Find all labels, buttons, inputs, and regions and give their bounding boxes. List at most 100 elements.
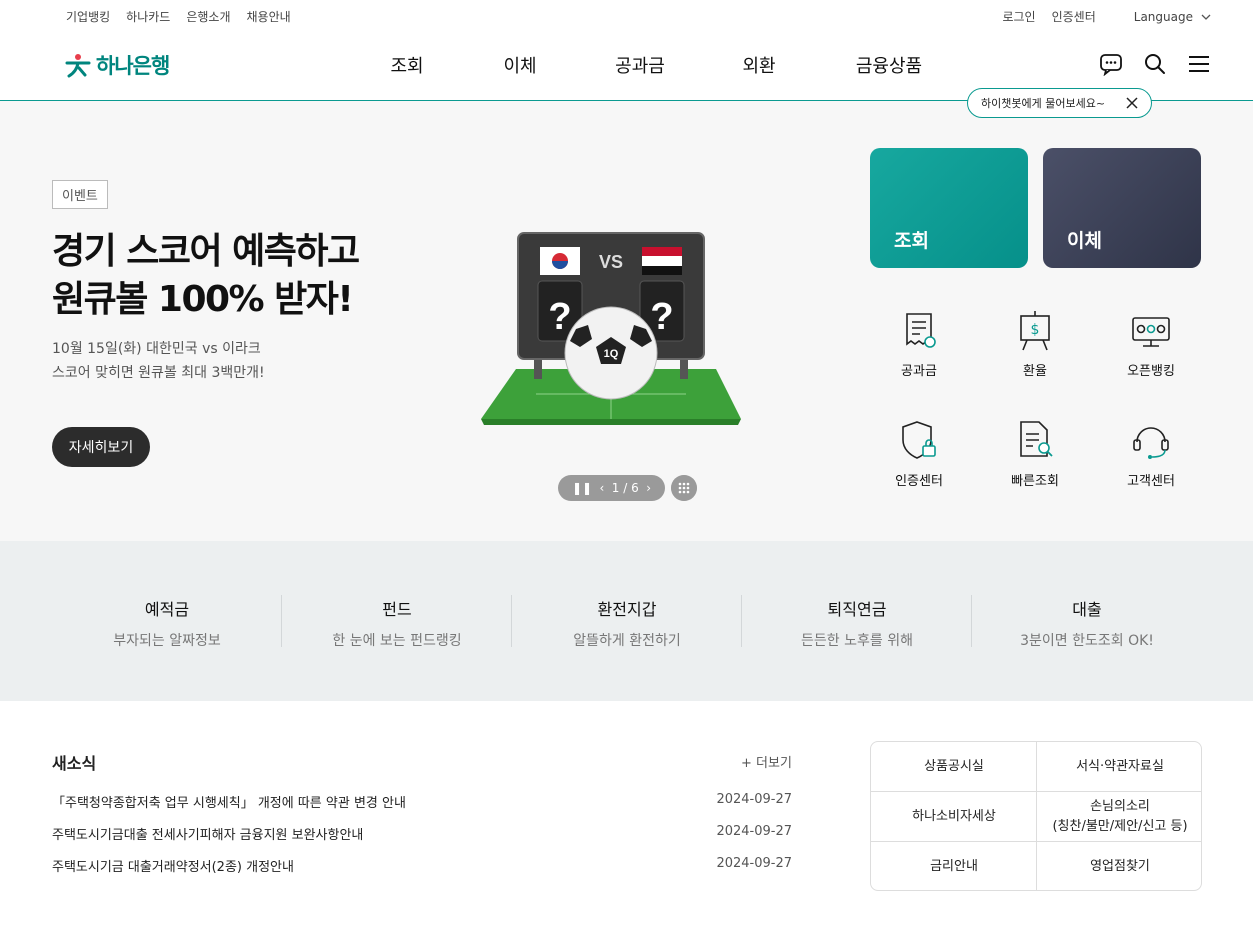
news-item-date: 2024-09-27 [716,824,792,839]
chatbot-tooltip[interactable]: 하이챗봇에게 물어보세요~ [967,88,1152,118]
news-more-link[interactable]: + 더보기 [741,752,792,771]
event-badge: 이벤트 [52,180,108,209]
band-sub: 알뜰하게 환전하기 [573,633,681,649]
band-sub: 한 눈에 보는 펀드랭킹 [332,633,462,649]
service-link-grid: 상품공시실 서식·약관자료실 하나소비자세상 손님의소리 (칭찬/불만/제안/신… [870,741,1202,891]
iraq-flag [642,247,682,256]
quick-fast-inquiry[interactable]: 빠른조회 [985,416,1085,489]
band-item-fund[interactable]: 펀드 한 눈에 보는 펀드랭킹 [282,596,512,650]
news-item-title: 주택도시기금 대출거래약정서(2종) 개정안내 [52,860,294,875]
hero-sub-line1: 10월 15일(화) 대한민국 vs 이라크 [52,341,261,357]
close-icon[interactable] [1125,96,1139,110]
band-title: 펀드 [382,600,412,619]
link-hana-card[interactable]: 하나카드 [126,8,170,25]
news-item-title: 「주택청약종합저축 업무 시행세칙」 개정에 따른 약관 변경 안내 [52,796,406,811]
band-item-savings[interactable]: 예적금 부자되는 알짜정보 [52,596,282,650]
quick-transfer-card[interactable]: 이체 [1043,148,1201,268]
gnb-item-utility-bills[interactable]: 공과금 [576,52,704,78]
branch-finder-link[interactable]: 영업점찾기 [1037,842,1201,890]
band-item-loan[interactable]: 대출 3분이면 한도조회 OK! [972,596,1202,650]
menu-button[interactable] [1187,52,1211,76]
svg-text:$: $ [1031,322,1040,338]
cert-center-link[interactable]: 인증센터 [1052,8,1096,25]
quick-customer-center[interactable]: 고객센터 [1101,416,1201,489]
customer-voice-label: 손님의소리 [1090,799,1150,814]
product-disclosure-link[interactable]: 상품공시실 [871,742,1037,792]
band-title: 대출 [1072,600,1102,619]
band-sub: 부자되는 알짜정보 [113,633,221,649]
login-link[interactable]: 로그인 [1002,8,1035,25]
gnb-item-inquiry[interactable]: 조회 [350,52,464,78]
quick-cert-center[interactable]: 인증센터 [869,416,969,489]
hero-section: 이벤트 경기 스코어 예측하고 원큐볼 100% 받자! 10월 15일(화) … [0,101,1253,541]
slide-pager: ❚❚ ‹ 1 / 6 › [558,475,665,501]
open-banking-icon [1127,306,1175,354]
link-recruit[interactable]: 채용안내 [247,8,291,25]
news-item-title: 주택도시기금대출 전세사기피해자 금융지원 보완사항안내 [52,828,364,843]
quick-label: 공과금 [901,364,937,379]
news-title: 새소식 [52,754,97,773]
search-icon [1145,54,1165,74]
hamburger-icon [1189,56,1209,72]
search-button[interactable] [1143,52,1167,76]
quick-inquiry-card[interactable]: 조회 [870,148,1028,268]
gnb-item-transfer[interactable]: 이체 [464,52,576,78]
band-sub: 든든한 노후를 위해 [801,633,913,649]
news-item-date: 2024-09-27 [716,856,792,871]
logo-text: 하나은행 [96,54,170,78]
interest-rate-link[interactable]: 금리안내 [871,842,1037,890]
link-bank-intro[interactable]: 은행소개 [186,8,230,25]
document-search-icon [1011,416,1059,464]
svg-text:?: ? [548,296,571,338]
svg-text:?: ? [650,296,673,338]
language-select[interactable]: Language [1134,10,1211,24]
product-band: 예적금 부자되는 알짜정보 펀드 한 눈에 보는 펀드랭킹 환전지갑 알뜰하게 … [0,541,1253,701]
svg-text:1Q: 1Q [604,348,619,360]
link-corporate-banking[interactable]: 기업뱅킹 [66,8,110,25]
band-title: 환전지갑 [597,600,657,619]
exchange-board-icon: $ [1011,306,1059,354]
news-item-date: 2024-09-27 [716,792,792,807]
band-item-fx-wallet[interactable]: 환전지갑 알뜰하게 환전하기 [512,596,742,650]
band-title: 퇴직연금 [827,600,887,619]
gnb-item-foreign-exchange[interactable]: 외환 [704,52,814,78]
news-item[interactable]: 「주택청약종합저축 업무 시행세칙」 개정에 따른 약관 변경 안내 2024-… [52,792,792,811]
scoreboard-illustration: VS ? ? 1Q [481,232,741,425]
band-item-pension[interactable]: 퇴직연금 든든한 노후를 위해 [742,596,972,650]
gnb-menu: 조회 이체 공과금 외환 금융상품 [350,52,964,78]
news-item[interactable]: 주택도시기금 대출거래약정서(2종) 개정안내 2024-09-27 [52,856,792,875]
band-sub: 3분이면 한도조회 OK! [1020,633,1154,649]
forms-terms-link[interactable]: 서식·약관자료실 [1037,742,1201,792]
gnb-item-financial-products[interactable]: 금융상품 [814,52,964,78]
hero-title: 경기 스코어 예측하고 원큐볼 100% 받자! [52,228,360,324]
chevron-left-icon[interactable]: ‹ [600,481,605,495]
hero-subtitle: 10월 15일(화) 대한민국 vs 이라크 스코어 맞히면 원큐볼 최대 3백… [52,337,265,385]
utility-bar: 기업뱅킹 하나카드 은행소개 채용안내 로그인 인증센터 Language [0,0,1253,32]
chevron-right-icon[interactable]: › [646,481,651,495]
chat-icon [1100,54,1122,77]
detail-button[interactable]: 자세히보기 [52,427,150,467]
hana-bank-logo[interactable]: 하나은행 [64,50,170,80]
grid-view-icon[interactable] [671,475,697,501]
gnb-icons [1099,52,1211,77]
consumer-world-link[interactable]: 하나소비자세상 [871,792,1037,842]
quick-open-banking[interactable]: 오픈뱅킹 [1101,306,1201,379]
quick-label: 빠른조회 [1011,474,1059,489]
chatbot-tooltip-text: 하이챗봇에게 물어보세요~ [981,97,1106,110]
quick-label: 고객센터 [1127,474,1175,489]
quick-label: 인증센터 [895,474,943,489]
quick-label: 환율 [1023,364,1047,379]
quick-exchange-rate[interactable]: $ 환율 [985,306,1085,379]
news-item[interactable]: 주택도시기금대출 전세사기피해자 금융지원 보완사항안내 2024-09-27 [52,824,792,843]
hana-logo-icon [65,54,91,78]
chatbot-button[interactable] [1099,52,1123,77]
bill-icon [895,306,943,354]
pause-icon[interactable]: ❚❚ [572,481,592,495]
utility-links-left: 기업뱅킹 하나카드 은행소개 채용안내 [66,8,291,25]
pager-count: 1 / 6 [611,481,639,495]
chevron-down-icon [1201,14,1211,20]
shield-lock-icon [895,416,943,464]
customer-voice-link[interactable]: 손님의소리 (칭찬/불만/제안/신고 등) [1037,792,1201,842]
hero-sub-line2: 스코어 맞히면 원큐볼 최대 3백만개! [52,365,265,381]
quick-utility-bills[interactable]: 공과금 [869,306,969,379]
